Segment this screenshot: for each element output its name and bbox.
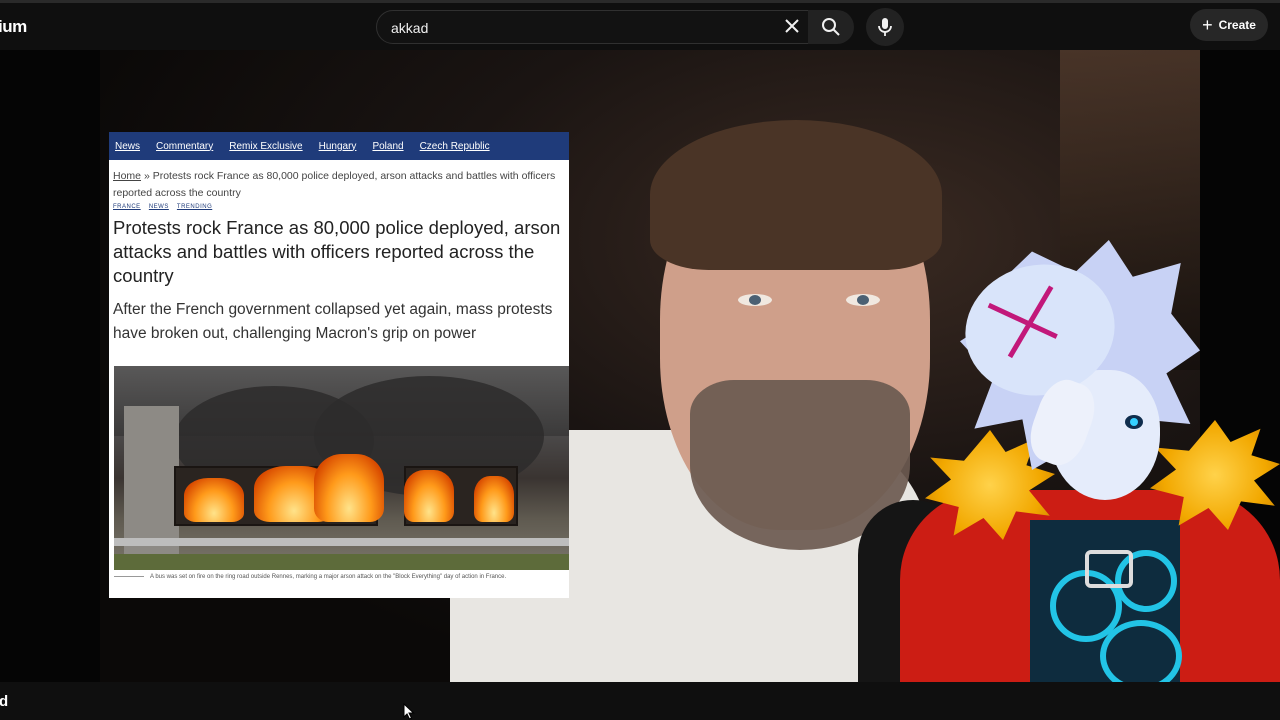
presenter-eye-right — [846, 294, 880, 306]
clear-search-button[interactable] — [780, 14, 804, 38]
close-icon — [785, 19, 799, 33]
nav-hungary[interactable]: Hungary — [315, 141, 361, 152]
create-button[interactable]: + Create — [1190, 9, 1268, 41]
caption-text: A bus was set on fire on the ring road o… — [150, 574, 507, 580]
breadcrumb: Home » Protests rock France as 80,000 po… — [109, 160, 569, 202]
breadcrumb-home[interactable]: Home — [113, 170, 141, 182]
presenter-eye-left — [738, 294, 772, 306]
photo-fire — [184, 478, 244, 522]
photo-fire — [314, 454, 384, 522]
nav-czech-republic[interactable]: Czech Republic — [416, 141, 494, 152]
article-subhead: After the French government collapsed ye… — [113, 301, 553, 342]
article-nav: News Commentary Remix Exclusive Hungary … — [109, 132, 569, 160]
article-tags: FRANCE NEWS TRENDING — [109, 202, 569, 212]
bottom-bar — [0, 682, 1280, 720]
tag[interactable]: NEWS — [149, 204, 169, 210]
microphone-icon — [878, 18, 892, 36]
nav-poland[interactable]: Poland — [368, 141, 407, 152]
nav-news[interactable]: News — [111, 141, 144, 152]
top-divider — [0, 0, 1280, 3]
nav-remix-exclusive[interactable]: Remix Exclusive — [225, 141, 306, 152]
breadcrumb-current: » Protests rock France as 80,000 police … — [113, 170, 556, 199]
avatar-swirl — [1100, 620, 1182, 682]
article-photo — [114, 366, 569, 570]
photo-grass — [114, 554, 569, 570]
article-headline: Protests rock France as 80,000 police de… — [113, 217, 561, 286]
photo-pillar — [124, 406, 179, 556]
avatar-choker — [1085, 550, 1133, 588]
voice-search-button[interactable] — [866, 8, 904, 46]
search-input[interactable] — [389, 11, 773, 45]
photo-fire — [474, 476, 514, 522]
presenter-hair — [650, 120, 942, 270]
photo-caption: A bus was set on fire on the ring road o… — [114, 574, 506, 580]
photo-guardrail — [114, 538, 569, 546]
tag[interactable]: FRANCE — [113, 204, 141, 210]
mouse-pointer-icon — [403, 703, 415, 720]
search-button[interactable] — [808, 10, 854, 44]
search-icon — [822, 18, 840, 36]
search-box[interactable] — [376, 10, 818, 45]
photo-fire — [404, 470, 454, 522]
avatar-eye-right — [1125, 415, 1143, 429]
plus-icon: + — [1202, 15, 1213, 35]
bottom-title-fragment: d — [0, 693, 9, 710]
nav-commentary[interactable]: Commentary — [152, 141, 217, 152]
caption-divider — [114, 575, 144, 577]
news-article-overlay: News Commentary Remix Exclusive Hungary … — [109, 132, 569, 598]
brand-text[interactable]: ium — [0, 17, 27, 37]
top-bar: ium + Create — [0, 0, 1280, 50]
create-label: Create — [1218, 18, 1256, 32]
tag[interactable]: TRENDING — [177, 204, 212, 210]
